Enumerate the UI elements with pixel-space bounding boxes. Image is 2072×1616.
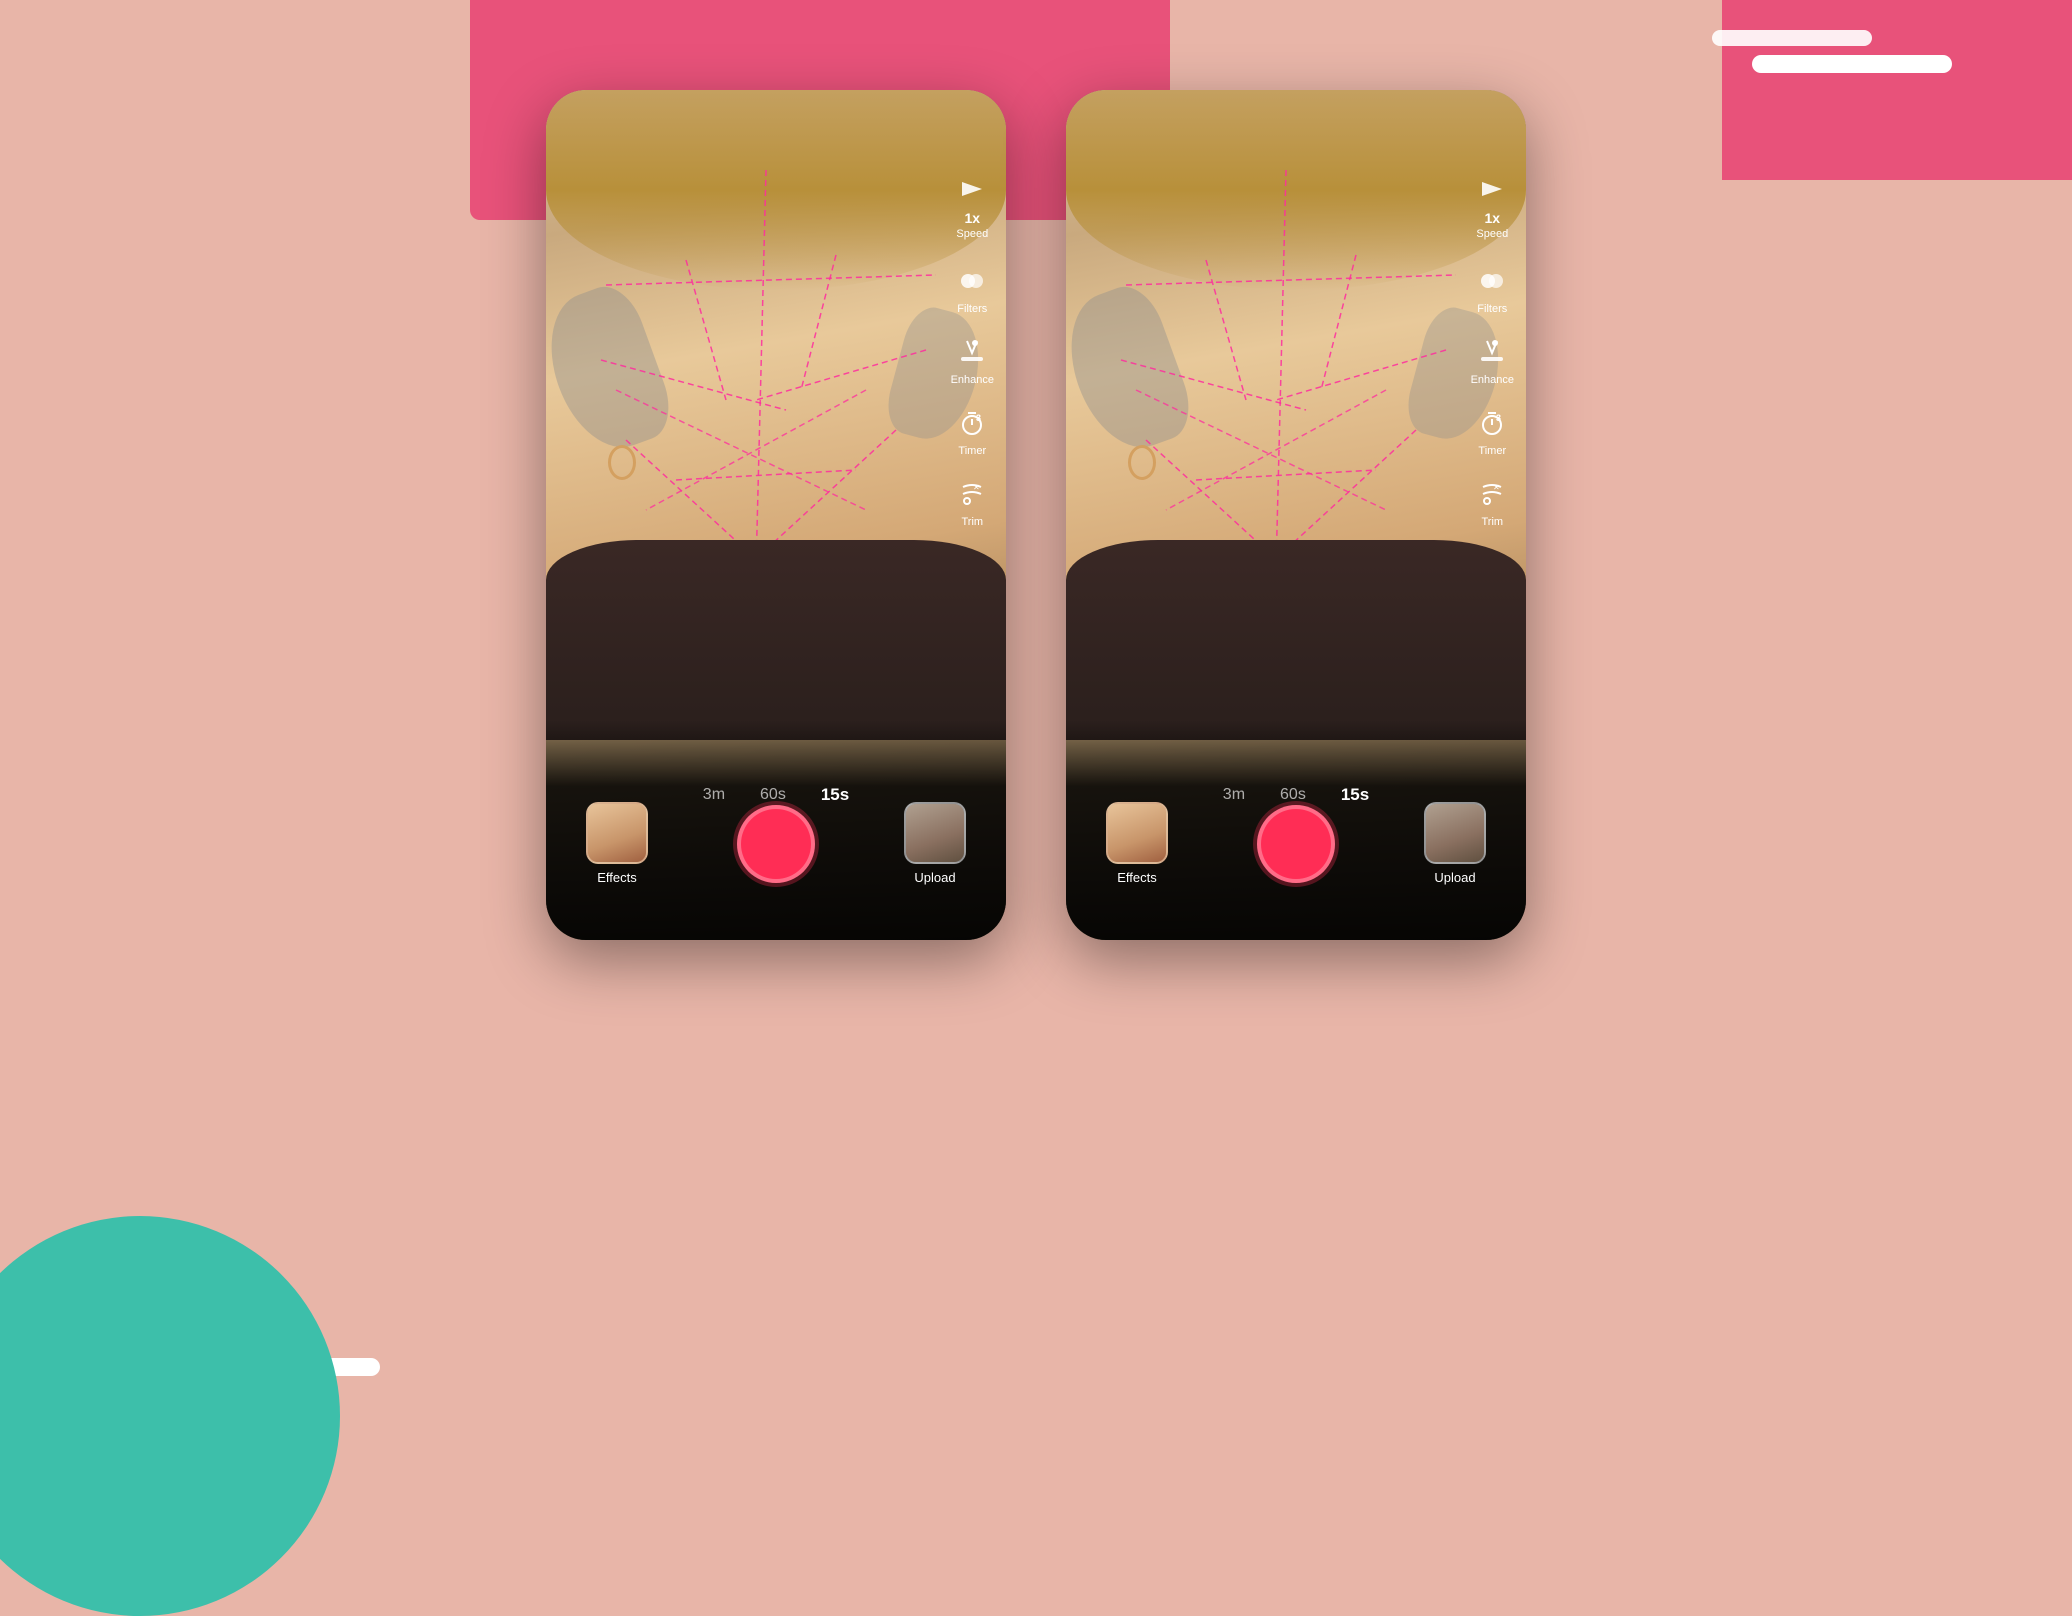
- upload-thumb-face-right: [1426, 804, 1484, 862]
- earring-right-phone: [1128, 445, 1156, 480]
- shirt-area-right: [1066, 540, 1526, 740]
- earring-left: [608, 445, 636, 480]
- effects-label-left: Effects: [597, 870, 637, 885]
- filters-control-right[interactable]: Filters: [1473, 262, 1511, 315]
- speed-control-right[interactable]: 1x Speed: [1473, 170, 1511, 240]
- speed-control-left[interactable]: 1x Speed: [953, 170, 991, 240]
- timer-label-right: Timer: [1478, 445, 1506, 457]
- bottom-controls-left: 3m 60s 15s Effects: [546, 720, 1006, 940]
- effects-button-left[interactable]: Effects: [586, 802, 648, 885]
- record-row-left: Effects Upload: [546, 802, 1006, 885]
- phones-container: 1x Speed Filters: [0, 90, 2072, 940]
- effects-button-right[interactable]: Effects: [1106, 802, 1168, 885]
- upload-thumbnail-left: [904, 802, 966, 864]
- camera-view-left: 1x Speed Filters: [546, 90, 1006, 940]
- svg-text:✕: ✕: [973, 483, 980, 492]
- bg-teal-circle: [0, 1216, 340, 1616]
- filters-label-left: Filters: [957, 303, 987, 315]
- upload-label-left: Upload: [914, 870, 955, 885]
- effects-thumb-face-left: [588, 804, 646, 862]
- effects-thumbnail-left: [586, 802, 648, 864]
- phone-right: 1x Speed Filters: [1066, 90, 1526, 940]
- face-area-left: [546, 90, 1006, 740]
- speed-value-right: 1x: [1484, 210, 1500, 226]
- right-controls-left: 1x Speed Filters: [951, 170, 994, 528]
- bg-stripe-right: [1712, 30, 1872, 46]
- enhance-icon-right: [1473, 333, 1511, 371]
- bottom-controls-right: 3m 60s 15s Effects: [1066, 720, 1526, 940]
- timer-control-left[interactable]: 3 Timer: [953, 404, 991, 457]
- record-button-right[interactable]: [1257, 805, 1335, 883]
- camera-view-right: 1x Speed Filters: [1066, 90, 1526, 940]
- upload-button-right[interactable]: Upload: [1424, 802, 1486, 885]
- upload-thumb-face-left: [906, 804, 964, 862]
- effects-thumb-face-right: [1108, 804, 1166, 862]
- record-button-left[interactable]: [737, 805, 815, 883]
- upload-label-right: Upload: [1434, 870, 1475, 885]
- trim-label-right: Trim: [1481, 516, 1503, 528]
- right-controls-right: 1x Speed Filters: [1471, 170, 1514, 528]
- speed-icon-right: [1473, 170, 1511, 208]
- svg-text:✕: ✕: [1493, 483, 1500, 492]
- timer-icon-left: 3: [953, 404, 991, 442]
- effects-thumbnail-right: [1106, 802, 1168, 864]
- contour-left-cheek: [546, 278, 680, 463]
- svg-text:3: 3: [1496, 413, 1501, 423]
- trim-control-right[interactable]: ✕ Trim: [1473, 475, 1511, 528]
- trim-icon-left: ✕: [953, 475, 991, 513]
- hair-top-right: [1066, 90, 1526, 290]
- trim-control-left[interactable]: ✕ Trim: [953, 475, 991, 528]
- face-area-right: [1066, 90, 1526, 740]
- effects-label-right: Effects: [1117, 870, 1157, 885]
- phone-left: 1x Speed Filters: [546, 90, 1006, 940]
- enhance-control-left[interactable]: Enhance: [951, 333, 994, 386]
- shirt-area-left: [546, 540, 1006, 740]
- upload-button-left[interactable]: Upload: [904, 802, 966, 885]
- speed-label-left: Speed: [956, 228, 988, 240]
- trim-icon-right: ✕: [1473, 475, 1511, 513]
- contour-left-cheek-right-phone: [1066, 278, 1200, 463]
- trim-label-left: Trim: [961, 516, 983, 528]
- timer-icon-right: 3: [1473, 404, 1511, 442]
- enhance-control-right[interactable]: Enhance: [1471, 333, 1514, 386]
- enhance-label-left: Enhance: [951, 374, 994, 386]
- filters-icon-left: [953, 262, 991, 300]
- timer-control-right[interactable]: 3 Timer: [1473, 404, 1511, 457]
- enhance-icon-left: [953, 333, 991, 371]
- svg-text:3: 3: [976, 413, 981, 423]
- record-row-right: Effects Upload: [1066, 802, 1526, 885]
- timer-label-left: Timer: [958, 445, 986, 457]
- filters-icon-right: [1473, 262, 1511, 300]
- enhance-label-right: Enhance: [1471, 374, 1514, 386]
- speed-value-left: 1x: [964, 210, 980, 226]
- filters-label-right: Filters: [1477, 303, 1507, 315]
- filters-control-left[interactable]: Filters: [953, 262, 991, 315]
- speed-label-right: Speed: [1476, 228, 1508, 240]
- bg-white-bar-top: [1752, 55, 1952, 73]
- hair-top-left: [546, 90, 1006, 290]
- upload-thumbnail-right: [1424, 802, 1486, 864]
- speed-icon-left: [953, 170, 991, 208]
